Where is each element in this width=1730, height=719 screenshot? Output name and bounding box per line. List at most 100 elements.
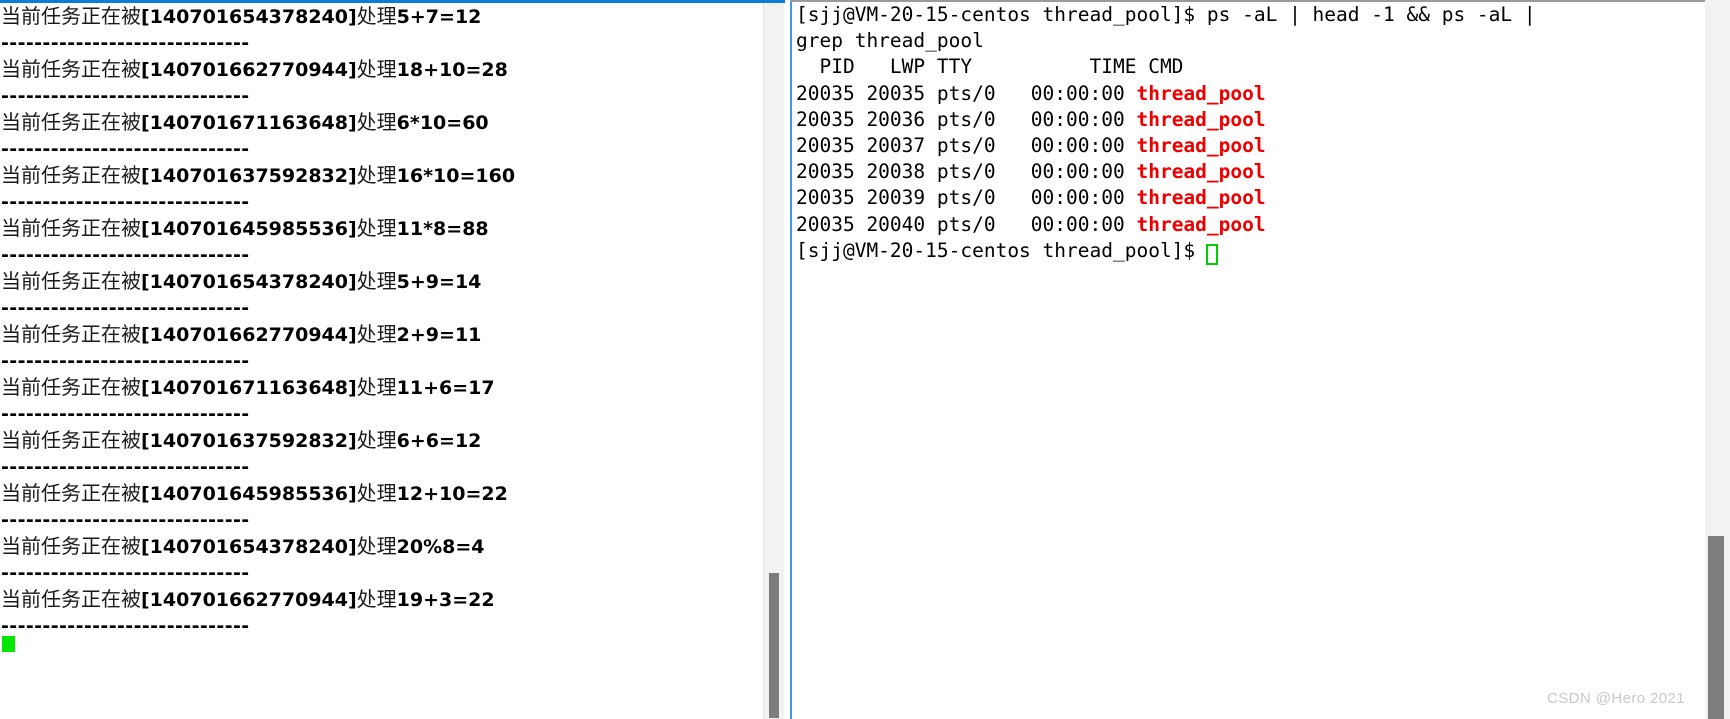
console-line-expression: 6*10=60 [396,112,489,134]
console-line-expression: 5+7=12 [396,6,482,28]
console-separator-line: ------------------------------ [1,137,250,160]
console-task-line: 当前任务正在被[140701645985536]处理11*8=88 [0,215,762,242]
console-line-verb: 处理 [356,375,397,399]
terminal-output[interactable]: [sjj@VM-20-15-centos thread_pool]$ ps -a… [794,2,1684,719]
ps-row-cmd: thread_pool [1136,107,1266,131]
terminal-cursor [1206,244,1218,265]
console-line-prefix: 当前任务正在被 [1,428,141,452]
console-output-text: 当前任务正在被[140701654378240]处理5+7=12 --------… [0,3,762,719]
ps-table-row: 20035 20040 pts/0 00:00:00 thread_pool [794,212,1684,238]
console-line-verb: 处理 [356,163,397,187]
console-line-thread-id: [140701645985536] [141,483,357,505]
console-line-thread-id: [140701662770944] [141,589,357,611]
console-line-thread-id: [140701662770944] [141,324,357,346]
console-line-expression: 5+9=14 [396,271,482,293]
console-task-line: 当前任务正在被[140701637592832]处理16*10=160 [0,162,762,189]
console-task-line: 当前任务正在被[140701671163648]处理11+6=17 [0,374,762,401]
ps-row-cmd: thread_pool [1136,133,1266,157]
console-task-line: 当前任务正在被[140701662770944]处理2+9=11 [0,321,762,348]
console-separator-line: ------------------------------ [1,243,250,266]
console-separator-line: ------------------------------ [1,561,250,584]
console-task-line: 当前任务正在被[140701654378240]处理20%8=4 [0,533,762,560]
console-line-verb: 处理 [356,587,397,611]
console-line-prefix: 当前任务正在被 [1,4,141,28]
terminal-pane[interactable]: [sjj@VM-20-15-centos thread_pool]$ ps -a… [790,0,1730,719]
ps-row-fields: 20035 20037 pts/0 00:00:00 [796,133,1137,157]
console-scrollbar-thumb[interactable] [769,573,779,718]
console-line-prefix: 当前任务正在被 [1,57,141,81]
ps-table-row: 20035 20035 pts/0 00:00:00 thread_pool [794,81,1684,107]
ps-table-rows: 20035 20035 pts/0 00:00:00 thread_pool 20… [794,81,1684,238]
ps-table-row: 20035 20036 pts/0 00:00:00 thread_pool [794,107,1684,133]
ps-table-row: 20035 20038 pts/0 00:00:00 thread_pool [794,159,1684,185]
console-output-pane[interactable]: 当前任务正在被[140701654378240]处理5+7=12 --------… [0,0,785,719]
ps-row-fields: 20035 20040 pts/0 00:00:00 [796,212,1137,236]
console-line-prefix: 当前任务正在被 [1,534,141,558]
console-separator-line: ------------------------------ [1,84,250,107]
console-task-line: 当前任务正在被[140701671163648]处理6*10=60 [0,109,762,136]
console-line-expression: 19+3=22 [396,589,495,611]
console-line-expression: 11*8=88 [396,218,489,240]
console-separator-line: ------------------------------ [1,190,250,213]
console-line-verb: 处理 [356,4,397,28]
ps-table-row: 20035 20037 pts/0 00:00:00 thread_pool [794,133,1684,159]
console-task-line: 当前任务正在被[140701654378240]处理5+9=14 [0,268,762,295]
console-line-expression: 20%8=4 [396,536,485,558]
console-line-thread-id: [140701654378240] [141,6,357,28]
console-line-prefix: 当前任务正在被 [1,322,141,346]
console-line-thread-id: [140701637592832] [141,430,357,452]
console-line-prefix: 当前任务正在被 [1,375,141,399]
terminal-left-accent-rail [790,2,792,719]
console-line-thread-id: [140701662770944] [141,59,357,81]
console-separator-line: ------------------------------ [1,455,250,478]
console-vertical-scrollbar[interactable] [763,3,784,719]
console-task-line: 当前任务正在被[140701662770944]处理19+3=22 [0,586,762,613]
console-separator-line: ------------------------------ [1,508,250,531]
console-line-prefix: 当前任务正在被 [1,163,141,187]
csdn-watermark: CSDN @Hero 2021 [1547,690,1685,707]
console-line-verb: 处理 [356,534,397,558]
console-task-line: 当前任务正在被[140701654378240]处理5+7=12 [0,3,762,30]
console-line-expression: 12+10=22 [396,483,508,505]
console-line-expression: 2+9=11 [396,324,482,346]
console-line-expression: 18+10=28 [396,59,508,81]
console-separator-line: ------------------------------ [1,402,250,425]
ps-table-row: 20035 20039 pts/0 00:00:00 thread_pool [794,185,1684,211]
console-line-verb: 处理 [356,481,397,505]
page-scrollbar-thumb[interactable] [1708,536,1724,719]
console-line-thread-id: [140701671163648] [141,112,357,134]
console-line-thread-id: [140701654378240] [141,536,357,558]
console-line-verb: 处理 [356,428,397,452]
console-separator-line: ------------------------------ [1,349,250,372]
terminal-final-prompt: [sjj@VM-20-15-centos thread_pool]$ [796,238,1207,262]
console-separator-line: ------------------------------ [1,614,250,637]
ps-row-fields: 20035 20036 pts/0 00:00:00 [796,107,1137,131]
console-line-prefix: 当前任务正在被 [1,269,141,293]
ps-row-fields: 20035 20039 pts/0 00:00:00 [796,186,1137,210]
console-line-expression: 6+6=12 [396,430,482,452]
ps-row-cmd: thread_pool [1136,212,1266,236]
console-line-verb: 处理 [356,269,397,293]
console-line-expression: 16*10=160 [396,165,516,187]
console-task-line: 当前任务正在被[140701662770944]处理18+10=28 [0,56,762,83]
console-task-line: 当前任务正在被[140701645985536]处理12+10=22 [0,480,762,507]
ps-row-cmd: thread_pool [1136,186,1266,210]
ps-table-header: PID LWP TTY TIME CMD [796,55,1184,79]
console-line-prefix: 当前任务正在被 [1,110,141,134]
console-line-thread-id: [140701645985536] [141,218,357,240]
console-line-expression: 11+6=17 [396,377,495,399]
console-separator-line: ------------------------------ [1,31,250,54]
console-block-cursor [2,636,15,652]
console-line-prefix: 当前任务正在被 [1,587,141,611]
console-line-thread-id: [140701671163648] [141,377,357,399]
console-line-verb: 处理 [356,322,397,346]
console-line-verb: 处理 [356,216,397,240]
console-line-prefix: 当前任务正在被 [1,216,141,240]
console-line-verb: 处理 [356,57,397,81]
ps-row-cmd: thread_pool [1136,81,1266,105]
console-task-line: 当前任务正在被[140701637592832]处理6+6=12 [0,427,762,454]
console-line-verb: 处理 [356,110,397,134]
terminal-command-line-1: [sjj@VM-20-15-centos thread_pool]$ ps -a… [796,3,1536,26]
console-line-thread-id: [140701654378240] [141,271,357,293]
page-vertical-scrollbar[interactable] [1705,0,1730,719]
